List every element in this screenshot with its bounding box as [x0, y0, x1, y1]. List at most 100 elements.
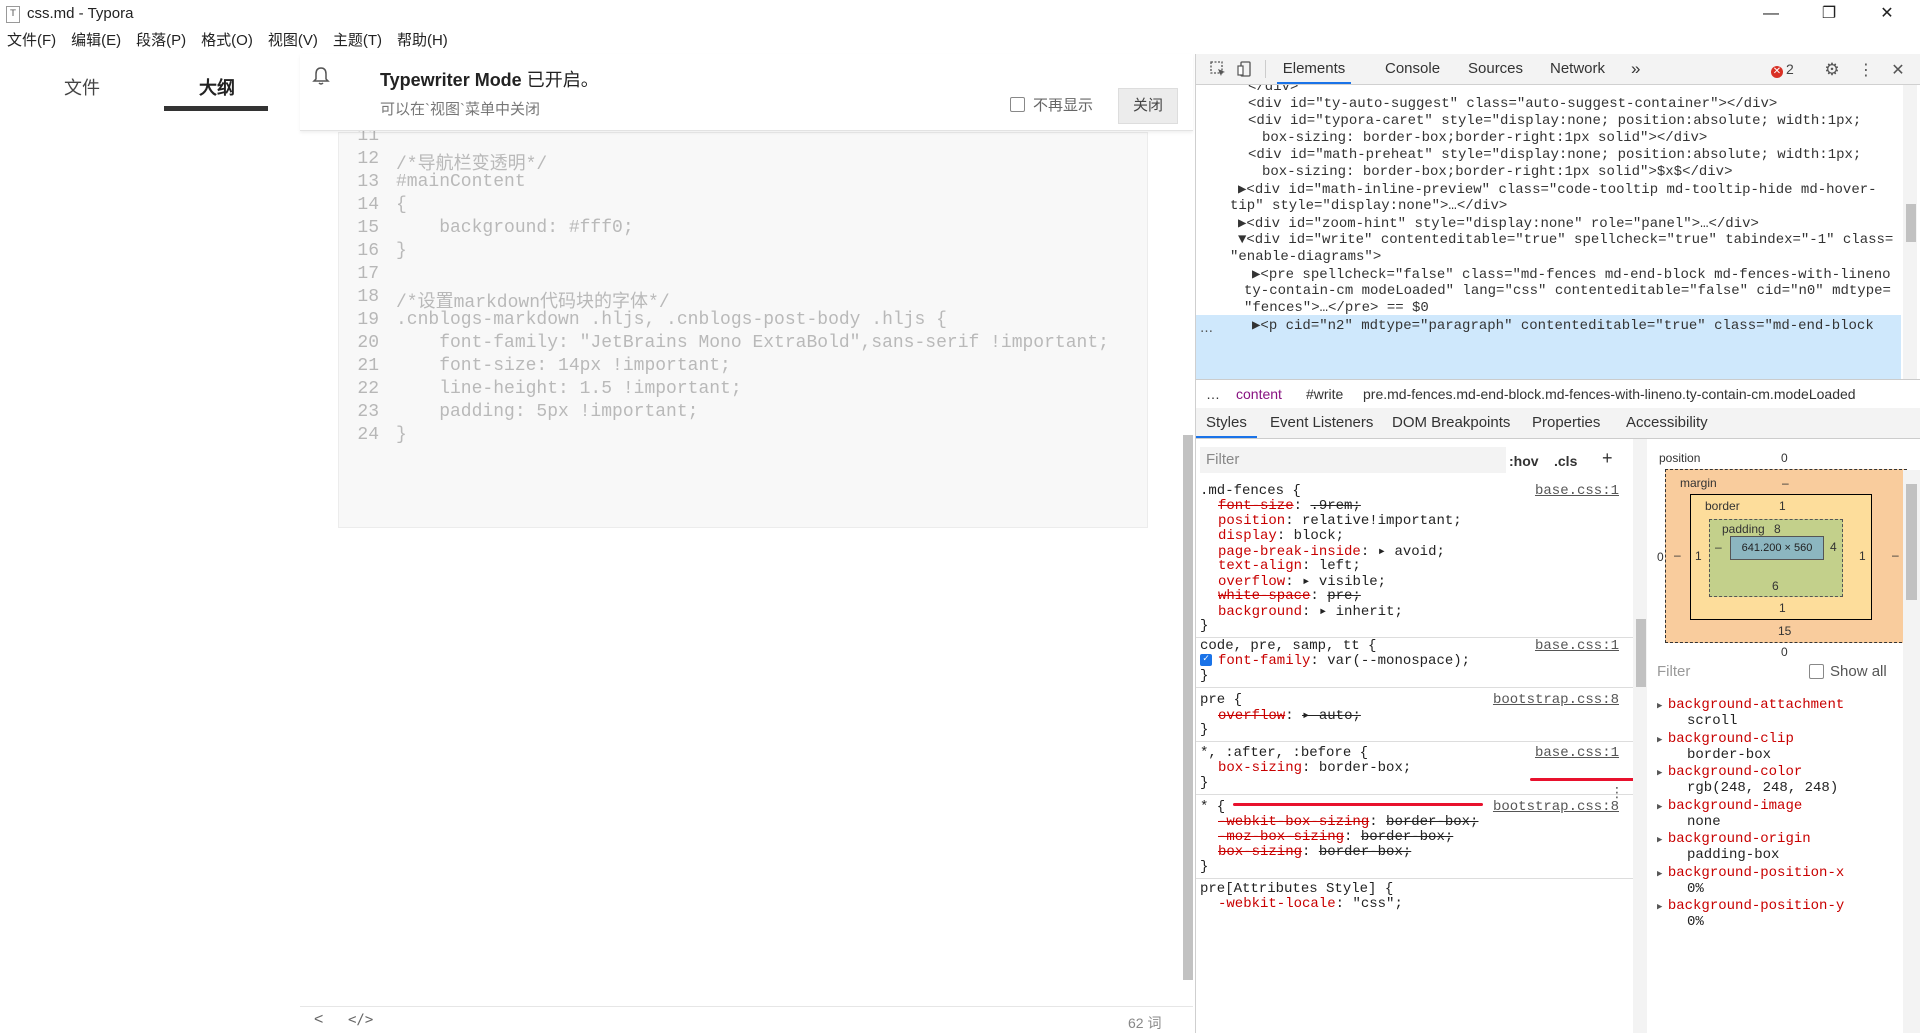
minimize-button[interactable]: —: [1748, 0, 1794, 28]
computed-property[interactable]: ▶ background-color rgb(248, 248, 248): [1657, 764, 1838, 796]
rule-source-link[interactable]: base.css:1: [1535, 745, 1619, 761]
rule-selector[interactable]: code, pre, samp, tt {: [1200, 638, 1376, 654]
rule-source-link[interactable]: base.css:1: [1535, 638, 1619, 654]
menu-edit[interactable]: 编辑(E): [64, 28, 129, 54]
tab-styles[interactable]: Styles: [1196, 408, 1257, 438]
more-tabs-icon[interactable]: »: [1631, 54, 1640, 84]
styles-filter-input[interactable]: Filter: [1200, 447, 1506, 473]
dom-node-line[interactable]: ▶<div id="math-inline-preview" class="co…: [1238, 181, 1877, 198]
code-line[interactable]: font-family: "JetBrains Mono ExtraBold",…: [396, 333, 1109, 353]
code-block[interactable]: 11 12/*导航栏变透明*/13 #mainContent 14{15 backgr…: [338, 126, 1148, 528]
code-line[interactable]: .cnblogs-markdown .hljs, .cnblogs-post-b…: [396, 310, 947, 330]
device-toolbar-icon[interactable]: [1236, 60, 1256, 78]
tab-outline[interactable]: 大纲: [199, 74, 235, 100]
tab-properties[interactable]: Properties: [1532, 408, 1600, 438]
dom-node-line[interactable]: <div id="math-preheat" style="display:no…: [1248, 147, 1861, 163]
computed-property[interactable]: ▶ background-position-x 0%: [1657, 865, 1844, 897]
style-property[interactable]: position: relative!important;: [1218, 513, 1462, 529]
code-line[interactable]: line-height: 1.5 !important;: [396, 379, 741, 399]
dom-node-line[interactable]: box-sizing: border-box;border-right:1px …: [1262, 164, 1732, 180]
breadcrumb-content[interactable]: content: [1236, 380, 1282, 408]
breadcrumb-ellipsis[interactable]: …: [1206, 380, 1220, 408]
new-style-rule-button[interactable]: +: [1602, 448, 1613, 469]
dom-node-line[interactable]: ▶<p cid="n2" mdtype="paragraph" contente…: [1252, 317, 1874, 334]
toggle-sidebar-button[interactable]: <: [314, 1011, 323, 1029]
rule-source-link[interactable]: bootstrap.css:8: [1493, 799, 1619, 815]
dom-node-ellipsis[interactable]: …: [1200, 321, 1213, 336]
dom-node-line[interactable]: "fences">…</pre> == $0: [1244, 300, 1429, 316]
style-property[interactable]: background: ▸ inherit;: [1218, 603, 1403, 620]
tab-elements[interactable]: Elements: [1277, 54, 1351, 84]
class-toggle[interactable]: .cls: [1554, 453, 1577, 469]
dont-show-checkbox[interactable]: [1010, 97, 1025, 112]
dom-node-line[interactable]: box-sizing: border-box;border-right:1px …: [1262, 130, 1707, 146]
error-counter[interactable]: ✕ 2: [1771, 61, 1794, 78]
show-all-checkbox[interactable]: [1809, 664, 1824, 679]
tab-event-listeners[interactable]: Event Listeners: [1270, 408, 1373, 438]
dom-node-line[interactable]: </div>: [1248, 85, 1298, 95]
expand-arrow-icon[interactable]: ▶: [1657, 835, 1668, 845]
expand-arrow-icon[interactable]: ▶: [1657, 768, 1668, 778]
dom-node-line[interactable]: ▼<div id="write" contenteditable="true" …: [1238, 232, 1893, 248]
menu-help[interactable]: 帮助(H): [390, 28, 456, 54]
dom-node-line[interactable]: <div id="ty-auto-suggest" class="auto-su…: [1248, 96, 1777, 112]
expand-arrow-icon[interactable]: ▶: [1657, 802, 1668, 812]
computed-property[interactable]: ▶ background-origin padding-box: [1657, 831, 1811, 863]
code-line[interactable]: }: [396, 425, 407, 445]
style-property[interactable]: -webkit-box-sizing: border-box;: [1218, 814, 1478, 830]
rule-selector[interactable]: .md-fences {: [1200, 483, 1301, 499]
menu-file[interactable]: 文件(F): [0, 28, 64, 54]
breadcrumb-pre[interactable]: pre.md-fences.md-end-block.md-fences-wit…: [1363, 380, 1856, 408]
style-property[interactable]: text-align: left;: [1218, 558, 1361, 574]
menu-view[interactable]: 视图(V): [261, 28, 326, 54]
computed-property[interactable]: ▶ background-clip border-box: [1657, 731, 1794, 763]
computed-property[interactable]: ▶ background-position-y 0%: [1657, 898, 1844, 930]
style-property[interactable]: -webkit-locale: "css";: [1218, 896, 1403, 912]
dom-tree[interactable]: </div> <div id="ty-auto-suggest" class="a…: [1196, 85, 1901, 379]
tab-files[interactable]: 文件: [64, 74, 100, 100]
settings-gear-icon[interactable]: ⚙: [1822, 60, 1842, 79]
maximize-button[interactable]: ❐: [1806, 0, 1852, 28]
breadcrumb-write[interactable]: #write: [1306, 380, 1343, 408]
dom-node-line[interactable]: "enable-diagrams">: [1230, 249, 1381, 265]
rule-selector[interactable]: pre[Attributes Style] {: [1200, 881, 1393, 897]
computed-property[interactable]: ▶ background-attachment scroll: [1657, 697, 1844, 729]
rule-more-icon[interactable]: ⋮: [1610, 785, 1624, 801]
hover-state-toggle[interactable]: :hov: [1509, 453, 1539, 469]
expand-arrow-icon[interactable]: ▶: [1657, 902, 1668, 912]
menu-theme[interactable]: 主题(T): [326, 28, 390, 54]
dom-node-line[interactable]: ▶<div id="zoom-hint" style="display:none…: [1238, 215, 1759, 232]
code-line[interactable]: font-size: 14px !important;: [396, 356, 731, 376]
tab-network[interactable]: Network: [1550, 54, 1605, 84]
editor-scrollbar[interactable]: [1183, 435, 1193, 980]
more-options-icon[interactable]: ⋮: [1856, 60, 1876, 79]
expand-arrow-icon[interactable]: ▶: [1657, 701, 1668, 711]
expand-arrow-icon[interactable]: ▶: [1657, 735, 1668, 745]
word-count[interactable]: 62 词: [1128, 1013, 1161, 1033]
code-line[interactable]: }: [396, 241, 407, 261]
style-property[interactable]: overflow: ▸ auto;: [1218, 707, 1361, 724]
style-property[interactable]: box-sizing: border-box;: [1218, 760, 1411, 776]
inspect-element-icon[interactable]: [1208, 60, 1228, 78]
tab-sources[interactable]: Sources: [1468, 54, 1523, 84]
close-notice-button[interactable]: 关闭: [1118, 88, 1178, 124]
code-line[interactable]: {: [396, 195, 407, 215]
computed-scrollbar-thumb[interactable]: [1906, 484, 1917, 600]
source-mode-button[interactable]: </>: [348, 1012, 373, 1028]
style-property[interactable]: box-sizing: border-box;: [1218, 844, 1411, 860]
tab-dom-breakpoints[interactable]: DOM Breakpoints: [1392, 408, 1510, 438]
computed-filter-input[interactable]: Filter: [1657, 663, 1690, 680]
dont-show-again[interactable]: 不再显示: [1010, 94, 1093, 115]
tab-console[interactable]: Console: [1385, 54, 1440, 84]
rule-selector[interactable]: *, :after, :before {: [1200, 745, 1368, 761]
menu-paragraph[interactable]: 段落(P): [129, 28, 194, 54]
show-all-toggle[interactable]: Show all: [1809, 663, 1887, 680]
expand-arrow-icon[interactable]: ▶: [1657, 869, 1668, 879]
code-line[interactable]: background: #fff0;: [396, 218, 633, 238]
code-line[interactable]: padding: 5px !important;: [396, 402, 698, 422]
close-devtools-icon[interactable]: ✕: [1888, 60, 1908, 79]
rule-selector[interactable]: pre {: [1200, 692, 1242, 708]
style-property[interactable]: white-space: pre;: [1218, 588, 1361, 604]
style-property[interactable]: font-size: .9rem;: [1218, 498, 1361, 514]
menu-format[interactable]: 格式(O): [194, 28, 261, 54]
